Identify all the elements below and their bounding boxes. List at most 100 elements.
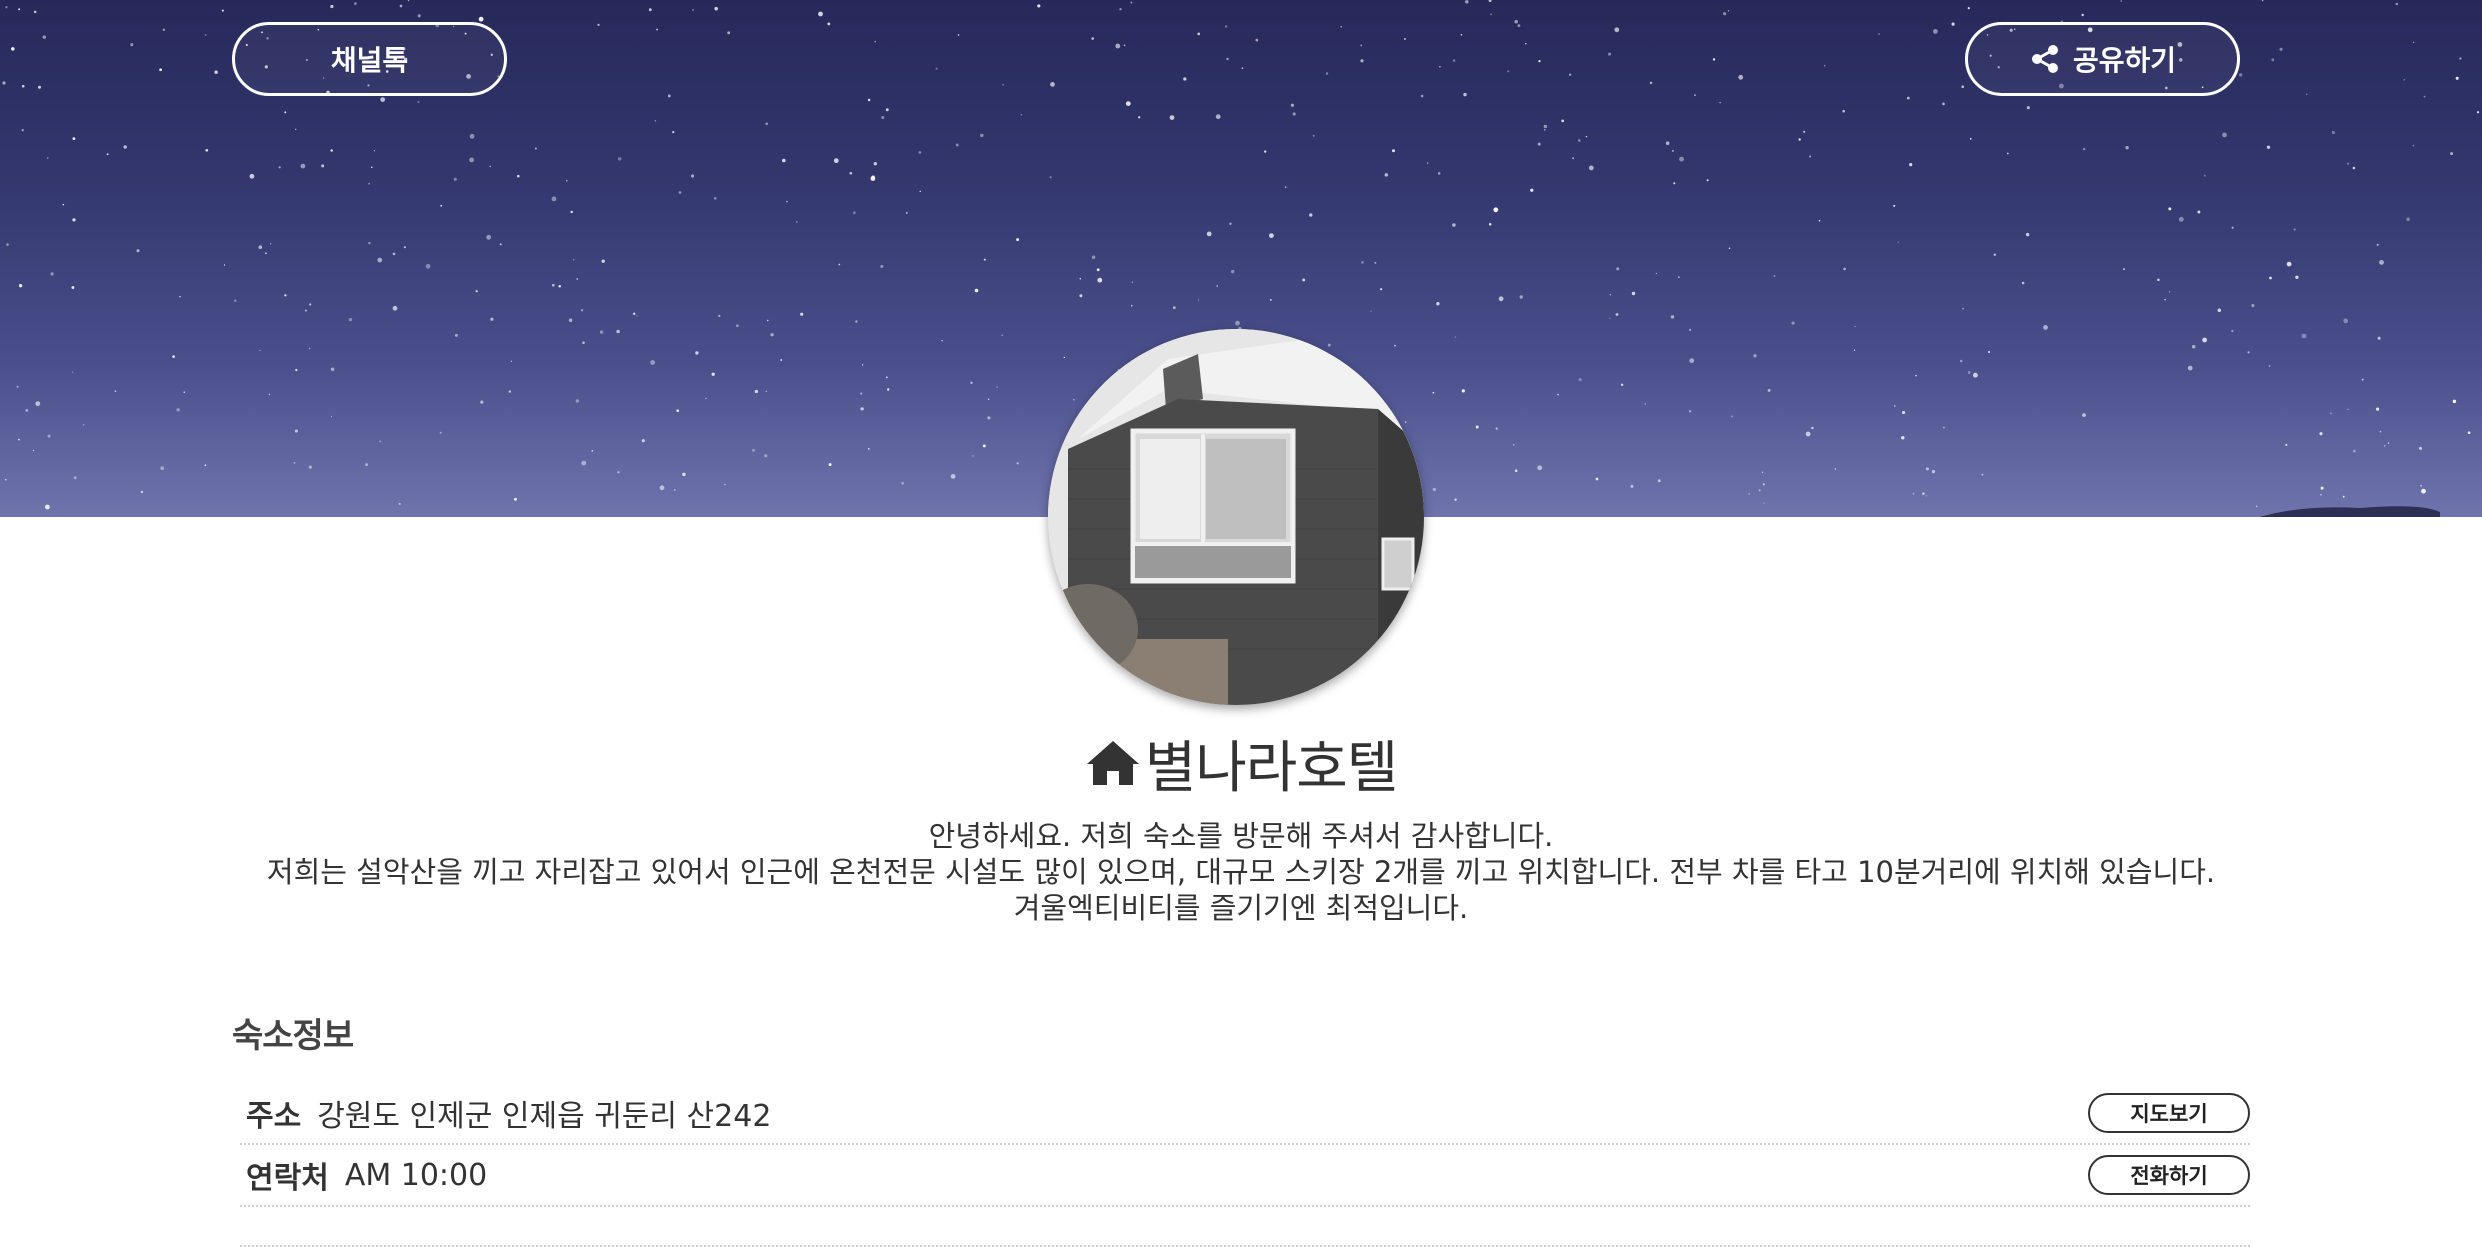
star	[330, 4, 334, 9]
star	[682, 472, 686, 477]
star	[2467, 431, 2471, 434]
star	[767, 319, 769, 322]
star	[25, 409, 29, 412]
star	[654, 119, 657, 122]
star	[1172, 306, 1176, 310]
star	[392, 305, 398, 311]
star	[2120, 0, 2123, 2]
star	[568, 318, 573, 323]
star	[1360, 59, 1364, 63]
star	[1912, 492, 1915, 495]
star	[727, 31, 731, 35]
star	[1230, 269, 1235, 274]
star	[1608, 52, 1612, 56]
hotel-profile-photo	[1048, 329, 1424, 705]
star	[1630, 484, 1634, 488]
star	[1037, 4, 1041, 8]
star	[82, 423, 85, 426]
star	[439, 431, 442, 434]
star	[1269, 298, 1272, 301]
star	[368, 182, 370, 185]
star	[348, 317, 353, 322]
star	[1753, 354, 1757, 358]
hotel-title-row: 별나라호텔	[0, 728, 2482, 801]
star	[1595, 477, 1599, 481]
star	[2238, 73, 2243, 77]
star	[2256, 505, 2258, 507]
star	[672, 131, 675, 134]
star	[860, 407, 864, 411]
star	[941, 340, 943, 342]
call-button[interactable]: 전화하기	[2088, 1155, 2250, 1195]
share-button[interactable]: 공유하기	[1965, 22, 2240, 96]
star	[268, 393, 271, 396]
star	[1514, 469, 1518, 473]
star	[454, 333, 458, 337]
star	[1893, 204, 1896, 207]
star	[284, 111, 287, 114]
star	[1727, 10, 1730, 12]
star	[2295, 275, 2299, 280]
star	[1791, 321, 1795, 325]
star	[2452, 399, 2457, 404]
view-map-button[interactable]: 지도보기	[2088, 1093, 2250, 1133]
star	[221, 9, 224, 12]
star	[1463, 92, 1467, 97]
star	[160, 466, 164, 471]
star	[47, 434, 51, 438]
star	[2269, 276, 2272, 280]
star	[919, 190, 921, 193]
star	[996, 386, 998, 388]
star	[860, 392, 863, 395]
star	[659, 485, 665, 491]
star	[1488, 0, 1492, 3]
star	[2043, 325, 2048, 330]
star	[71, 371, 74, 373]
star	[650, 360, 655, 365]
star	[849, 171, 853, 175]
star	[1264, 150, 1267, 153]
star	[489, 165, 491, 168]
star	[233, 299, 237, 302]
info-row-address: 주소 강원도 인제군 인제읍 귀둔리 산242 지도보기	[240, 1083, 2250, 1145]
star	[1942, 102, 1945, 106]
star	[2342, 495, 2345, 498]
star	[32, 449, 35, 452]
star	[558, 285, 561, 288]
star	[2222, 132, 2227, 138]
star	[1854, 325, 1856, 328]
star	[6, 243, 9, 246]
star	[1906, 96, 1910, 100]
star	[1020, 113, 1023, 116]
star	[1460, 33, 1463, 36]
star	[1302, 278, 1306, 282]
star	[205, 148, 209, 152]
star	[1392, 149, 1395, 153]
star	[918, 151, 922, 154]
star	[1426, 162, 1429, 164]
star	[490, 317, 494, 321]
description-line: 겨울엑티비티를 즐기기엔 최적입니다.	[1013, 891, 1469, 925]
star	[1561, 119, 1565, 123]
star	[983, 258, 986, 261]
star	[2268, 364, 2271, 367]
hotel-description: 안녕하세요. 저희 숙소를 방문해 주셔서 감사합니다. 저희는 설악산을 끼고…	[0, 818, 2482, 926]
star	[1731, 415, 1733, 418]
star	[35, 401, 41, 407]
star	[11, 47, 15, 51]
star	[2353, 449, 2356, 453]
star	[398, 502, 401, 505]
star	[249, 173, 255, 179]
info-row-contact: 연락처 AM 10:00 전화하기	[240, 1145, 2250, 1207]
distant-hill	[2260, 506, 2440, 517]
star	[1063, 356, 1066, 359]
star	[1465, 0, 1469, 4]
star	[880, 264, 884, 268]
channel-talk-button[interactable]: 채널톡	[232, 22, 507, 96]
star	[1197, 32, 1201, 36]
star	[294, 128, 297, 131]
star	[2379, 260, 2384, 265]
star	[1437, 172, 1441, 175]
star	[1079, 277, 1082, 280]
star	[1361, 261, 1364, 264]
